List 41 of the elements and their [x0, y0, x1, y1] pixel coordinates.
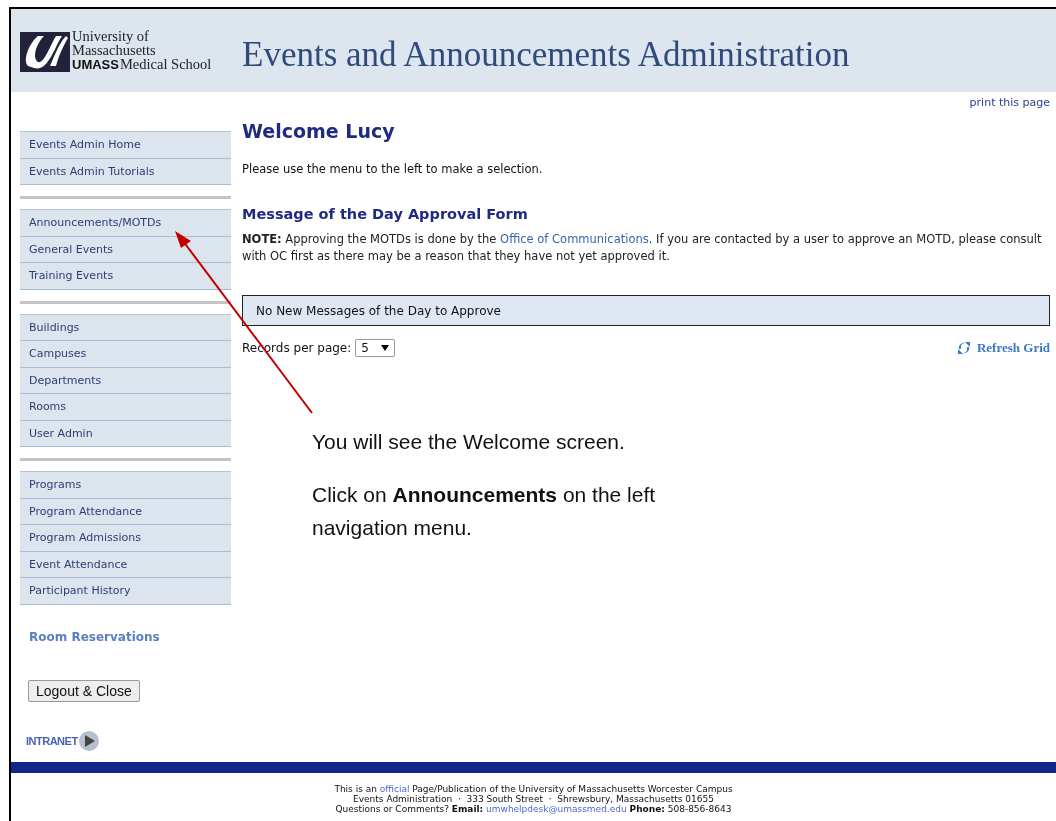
- sidebar-item[interactable]: Program Attendance: [20, 498, 231, 525]
- sidebar-item[interactable]: Departments: [20, 367, 231, 394]
- sidebar-item[interactable]: Events Admin Home: [20, 132, 231, 159]
- sidebar-item[interactable]: Rooms: [20, 394, 231, 421]
- sidebar-item[interactable]: User Admin: [20, 420, 231, 447]
- page-title: Events and Announcements Administration: [242, 34, 850, 75]
- sidebar-item[interactable]: Campuses: [20, 341, 231, 368]
- form-heading: Message of the Day Approval Form: [242, 206, 529, 222]
- footer-text: This is an official Page/Publication of the University of Massachusetts Worcester Campus: [334, 784, 733, 794]
- footer-text: Questions or Comments? Email: umwhelpdesk@umassmed.edu Phone: 508-856-8643: [335, 804, 732, 814]
- play-icon[interactable]: [78, 730, 99, 751]
- sidebar-item[interactable]: Training Events: [20, 263, 231, 290]
- logo-text: Medical School: [119, 57, 212, 71]
- callout-text: You will see the Welcome screen.: [312, 429, 626, 455]
- sidebar-item[interactable]: General Events: [20, 236, 231, 263]
- intranet-link[interactable]: INTRANET: [26, 734, 78, 747]
- logo-icon: [20, 32, 70, 72]
- office-link[interactable]: Office of Communications: [500, 232, 649, 246]
- grid-message: No New Messages of the Day to Approve: [256, 303, 501, 318]
- logo-wordmark: UMASS: [72, 58, 119, 72]
- room-reservations-link[interactable]: Room Reservations: [29, 629, 231, 644]
- sidebar-item[interactable]: Participant History: [20, 578, 231, 605]
- sidebar-item[interactable]: Events Admin Tutorials: [20, 158, 231, 185]
- footer-text: Events Administration · 333 South Street · Shrewsbury, Massachusetts 01655: [353, 794, 714, 804]
- sidebar-item[interactable]: Announcements/MOTDs: [20, 210, 231, 237]
- refresh-grid-link[interactable]: Refresh Grid: [976, 340, 1050, 356]
- welcome-heading: Welcome Lucy: [242, 120, 396, 142]
- sidebar-item[interactable]: Programs: [20, 472, 231, 499]
- sidebar-item[interactable]: Buildings: [20, 314, 231, 341]
- logout-button[interactable]: Logout & Close: [28, 679, 140, 702]
- refresh-icon[interactable]: [956, 340, 971, 356]
- callout-text: Click on Announcements on the left navigation menu.: [312, 482, 657, 541]
- print-link[interactable]: print this page: [969, 96, 1050, 114]
- sidebar-item[interactable]: Program Admissions: [20, 525, 231, 552]
- email-link[interactable]: umwhelpdesk@umassmed.edu: [486, 804, 627, 814]
- intro-text: Please use the menu to the left to make a selection.: [242, 162, 544, 176]
- caret-icon[interactable]: [380, 345, 389, 351]
- sidebar-item[interactable]: Event Attendance: [20, 551, 231, 578]
- note-paragraph: NOTE: Approving the MOTDs is done by the Office of Communications. If you are contacted by a user to approve an MOTD, please consult with OC first as there may be a reason that they have not yet approved it.: [242, 231, 1043, 265]
- records-select[interactable]: 5: [355, 339, 395, 357]
- official-link[interactable]: official: [379, 784, 410, 794]
